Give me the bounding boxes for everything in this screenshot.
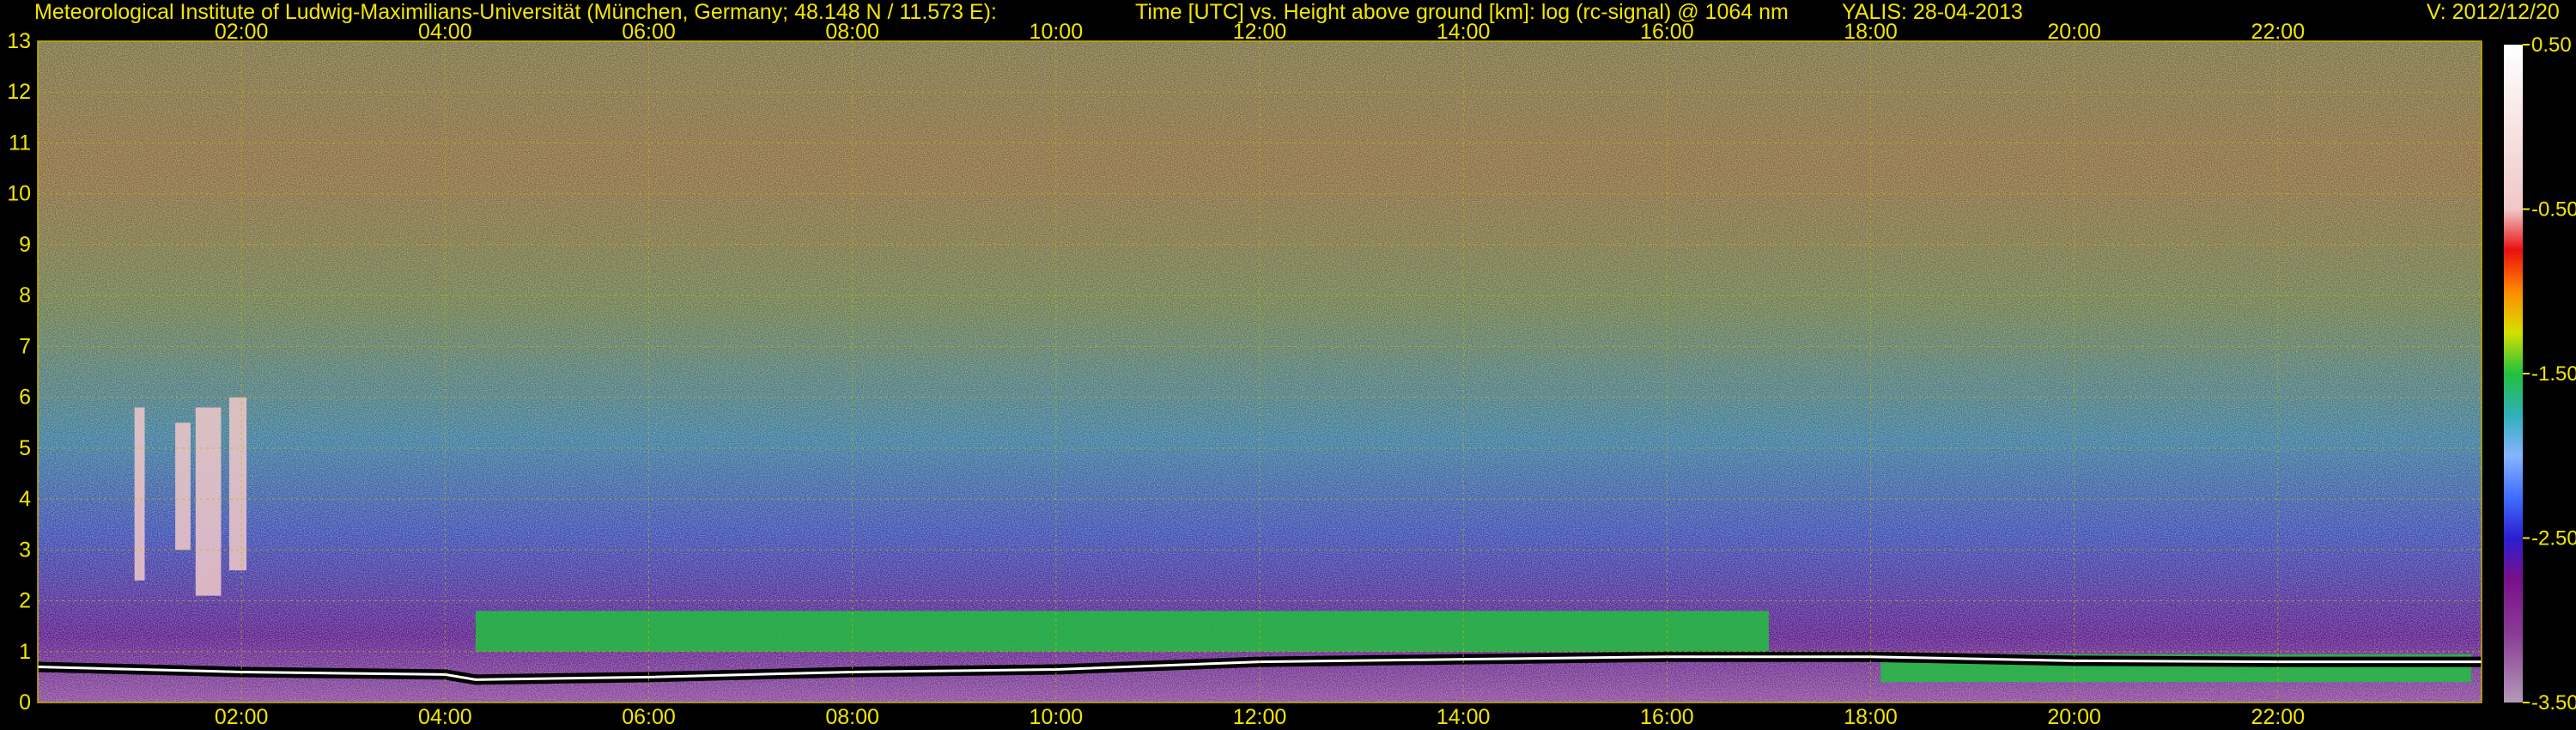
y-tick-label: 6 <box>19 386 31 410</box>
x-tick-label-top: 06:00 <box>622 20 676 44</box>
x-ticks-top: 02:00 04:00 06:00 08:00 10:00 12:00 14:00 16:00… <box>215 20 2305 44</box>
x-tick-label-bottom: 22:00 <box>2251 705 2306 729</box>
colorbar-tick-label: -0.50 <box>2531 198 2576 222</box>
y-tick-label: 0 <box>19 690 31 715</box>
lidar-plot: 02:00 04:00 06:00 08:00 10:00 12:00 14:00 16:00… <box>7 20 2576 729</box>
cloud <box>134 407 145 581</box>
y-tick-label: 7 <box>19 334 31 358</box>
y-tick-label: 11 <box>9 131 31 155</box>
x-tick-label-top: 08:00 <box>825 20 879 44</box>
colorbar-tick-label: -1.50 <box>2531 362 2576 386</box>
colorbar-tick-label: -2.50 <box>2531 527 2576 551</box>
y-tick-label: 12 <box>7 80 31 104</box>
y-tick-label: 13 <box>7 29 31 53</box>
x-tick-label-top: 14:00 <box>1437 20 1491 44</box>
x-tick-label-top: 20:00 <box>2047 20 2101 44</box>
x-tick-label-bottom: 02:00 <box>215 705 269 729</box>
x-tick-label-top: 22:00 <box>2251 20 2306 44</box>
x-tick-label-top: 12:00 <box>1233 20 1287 44</box>
cloud <box>228 397 247 570</box>
colorbar: 0.50 -0.50 -1.50 -2.50 -3.50 <box>2504 33 2576 715</box>
x-ticks-bottom: 02:00 04:00 06:00 08:00 10:00 12:00 14:00 16:00… <box>215 705 2305 729</box>
x-tick-label-bottom: 20:00 <box>2047 705 2101 729</box>
x-tick-label-top: 04:00 <box>418 20 472 44</box>
y-tick-label: 1 <box>19 640 31 664</box>
colorbar-tick-label: -3.50 <box>2531 691 2576 715</box>
x-tick-label-bottom: 08:00 <box>825 705 879 729</box>
y-ticks: 012345678910111213 <box>7 29 31 715</box>
x-tick-label-bottom: 06:00 <box>622 705 676 729</box>
y-tick-label: 2 <box>19 589 31 613</box>
y-tick-label: 3 <box>19 538 31 562</box>
y-tick-label: 10 <box>7 182 31 206</box>
x-tick-label-bottom: 18:00 <box>1844 705 1898 729</box>
x-tick-label-bottom: 12:00 <box>1233 705 1287 729</box>
x-tick-label-bottom: 10:00 <box>1030 705 1084 729</box>
x-tick-label-bottom: 16:00 <box>1640 705 1694 729</box>
y-tick-label: 4 <box>19 487 31 511</box>
colorbar-tick-label: 0.50 <box>2531 33 2572 57</box>
cloud <box>175 423 191 551</box>
x-tick-label-bottom: 14:00 <box>1437 705 1491 729</box>
x-tick-label-top: 10:00 <box>1030 20 1084 44</box>
y-tick-label: 5 <box>19 436 31 460</box>
x-tick-label-bottom: 04:00 <box>418 705 472 729</box>
x-tick-label-top: 02:00 <box>215 20 269 44</box>
y-tick-label: 8 <box>19 283 31 307</box>
y-tick-label: 9 <box>19 233 31 257</box>
colorbar-scale <box>2504 45 2523 703</box>
x-tick-label-top: 16:00 <box>1640 20 1694 44</box>
aerosol-layer <box>475 611 1769 652</box>
cloud <box>195 407 222 596</box>
x-tick-label-top: 18:00 <box>1844 20 1898 44</box>
